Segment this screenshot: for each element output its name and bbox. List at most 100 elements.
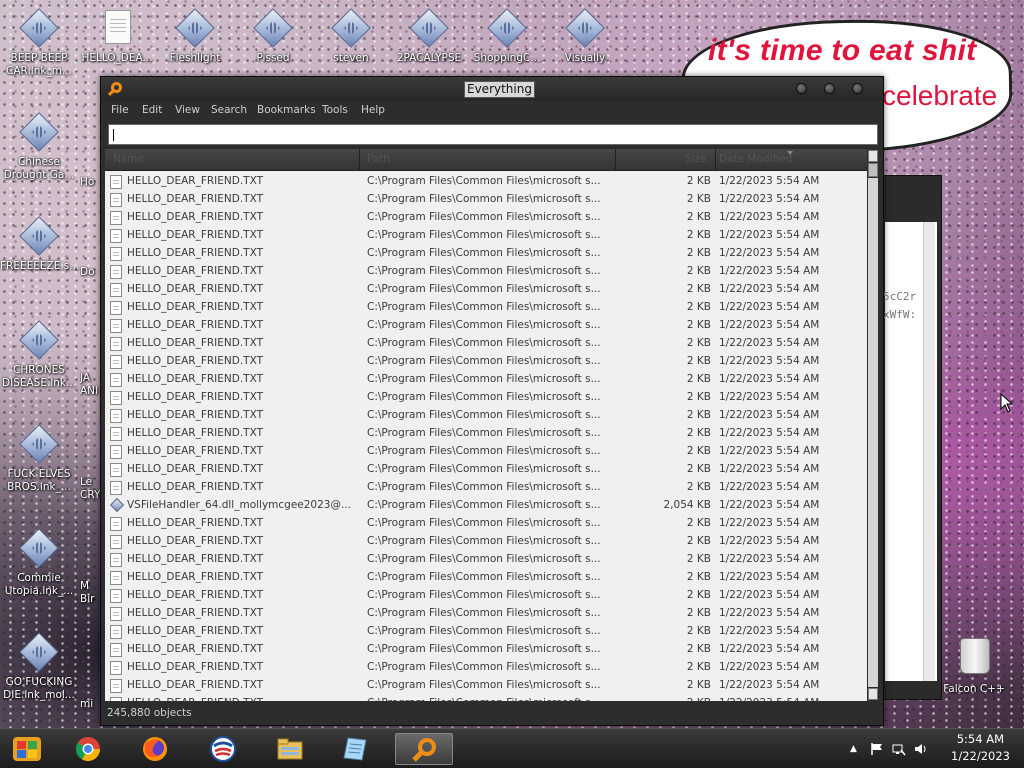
result-row[interactable]: HELLO_DEAR_FRIEND.TXT C:\Program Files\Co… bbox=[105, 281, 868, 299]
results-scrollbar[interactable] bbox=[867, 149, 879, 701]
result-date: 1/22/2023 5:54 AM bbox=[719, 373, 820, 385]
recycle-bin[interactable] bbox=[952, 634, 998, 678]
result-row[interactable]: HELLO_DEAR_FRIEND.TXT C:\Program Files\Co… bbox=[105, 605, 868, 623]
result-row[interactable]: HELLO_DEAR_FRIEND.TXT C:\Program Files\Co… bbox=[105, 551, 868, 569]
result-row[interactable]: HELLO_DEAR_FRIEND.TXT C:\Program Files\Co… bbox=[105, 461, 868, 479]
column-size[interactable]: Size bbox=[685, 153, 707, 165]
show-hidden-icons-icon[interactable]: ▲ bbox=[850, 744, 864, 758]
result-size: 2 KB bbox=[686, 463, 711, 475]
action-center-flag-icon[interactable] bbox=[870, 742, 884, 756]
menu-bar: File Edit View Search Bookmarks Tools He… bbox=[101, 101, 883, 121]
column-name[interactable]: Name bbox=[113, 153, 144, 165]
result-row[interactable]: HELLO_DEAR_FRIEND.TXT C:\Program Files\Co… bbox=[105, 623, 868, 641]
desktop-icon[interactable]: Visually bbox=[546, 8, 624, 65]
background-window-text: 5cC2r xWfW: bbox=[883, 288, 916, 324]
result-row[interactable]: HELLO_DEAR_FRIEND.TXT C:\Program Files\Co… bbox=[105, 407, 868, 425]
desktop-icon-label-partial[interactable]: Ho bbox=[80, 176, 102, 189]
scroll-up-arrow-icon[interactable] bbox=[868, 150, 878, 162]
menu-view[interactable]: View bbox=[175, 104, 200, 116]
result-row[interactable]: HELLO_DEAR_FRIEND.TXT C:\Program Files\Co… bbox=[105, 263, 868, 281]
result-row[interactable]: HELLO_DEAR_FRIEND.TXT C:\Program Files\Co… bbox=[105, 389, 868, 407]
result-row[interactable]: VSFileHandler_64.dll_mollymcgee2023@... C… bbox=[105, 497, 868, 515]
desktop-icon[interactable]: BEEP BEEP CAR.lnk_m... bbox=[0, 8, 78, 78]
desktop-icon[interactable]: 2PACALYPSE bbox=[390, 8, 468, 65]
maximize-button[interactable] bbox=[824, 83, 835, 94]
result-row[interactable]: HELLO_DEAR_FRIEND.TXT C:\Program Files\Co… bbox=[105, 533, 868, 551]
result-row[interactable]: HELLO_DEAR_FRIEND.TXT C:\Program Files\Co… bbox=[105, 425, 868, 443]
everything-window[interactable]: Everything File Edit View Search Bookmar… bbox=[100, 76, 884, 726]
result-path: C:\Program Files\Common Files\microsoft … bbox=[367, 247, 601, 259]
menu-tools[interactable]: Tools bbox=[322, 104, 348, 116]
result-row[interactable]: HELLO_DEAR_FRIEND.TXT C:\Program Files\Co… bbox=[105, 209, 868, 227]
result-row[interactable]: HELLO_DEAR_FRIEND.TXT C:\Program Files\Co… bbox=[105, 641, 868, 659]
desktop-icon-label-partial[interactable]: mi bbox=[80, 698, 102, 711]
desktop-icon[interactable]: Commie Utopia.lnk_... bbox=[0, 528, 78, 598]
firefox-icon[interactable] bbox=[135, 733, 175, 765]
menu-help[interactable]: Help bbox=[361, 104, 385, 116]
result-size: 2,054 KB bbox=[663, 499, 712, 511]
result-row[interactable]: HELLO_DEAR_FRIEND.TXT C:\Program Files\Co… bbox=[105, 587, 868, 605]
close-button[interactable] bbox=[852, 83, 863, 94]
result-row[interactable]: HELLO_DEAR_FRIEND.TXT C:\Program Files\Co… bbox=[105, 227, 868, 245]
result-row[interactable]: HELLO_DEAR_FRIEND.TXT C:\Program Files\Co… bbox=[105, 173, 868, 191]
menu-file[interactable]: File bbox=[111, 104, 129, 116]
notepad-icon[interactable] bbox=[336, 733, 376, 765]
menu-search[interactable]: Search bbox=[211, 104, 247, 116]
background-window-scrollbar[interactable] bbox=[923, 222, 935, 681]
shortcut-icon bbox=[565, 8, 605, 48]
desktop-icon[interactable]: Pissed bbox=[234, 8, 312, 65]
everything-search-icon[interactable] bbox=[395, 733, 453, 765]
result-row[interactable]: HELLO_DEAR_FRIEND.TXT C:\Program Files\Co… bbox=[105, 479, 868, 497]
column-path[interactable]: Path bbox=[367, 153, 390, 165]
start-orb-icon[interactable] bbox=[10, 733, 44, 765]
desktop-icon[interactable]: Chinese Drought Ga... bbox=[0, 112, 78, 182]
minimize-button[interactable] bbox=[796, 83, 807, 94]
result-row[interactable]: HELLO_DEAR_FRIEND.TXT C:\Program Files\Co… bbox=[105, 335, 868, 353]
results-list[interactable]: Name Path Size Date Modified HELLO_DEAR_… bbox=[105, 149, 868, 701]
result-date: 1/22/2023 5:54 AM bbox=[719, 337, 820, 349]
result-row[interactable]: HELLO_DEAR_FRIEND.TXT C:\Program Files\Co… bbox=[105, 191, 868, 209]
result-row[interactable]: HELLO_DEAR_FRIEND.TXT C:\Program Files\Co… bbox=[105, 659, 868, 677]
desktop-icon-label-partial[interactable]: Do bbox=[80, 266, 102, 279]
result-row[interactable]: HELLO_DEAR_FRIEND.TXT C:\Program Files\Co… bbox=[105, 245, 868, 263]
result-row[interactable]: HELLO_DEAR_FRIEND.TXT C:\Program Files\Co… bbox=[105, 371, 868, 389]
network-icon[interactable] bbox=[892, 742, 906, 756]
clock-time[interactable]: 5:54 AM bbox=[957, 732, 1004, 746]
result-row[interactable]: HELLO_DEAR_FRIEND.TXT C:\Program Files\Co… bbox=[105, 317, 868, 335]
result-row[interactable]: HELLO_DEAR_FRIEND.TXT C:\Program Files\Co… bbox=[105, 299, 868, 317]
desktop-icon-label-partial[interactable]: M Bir bbox=[80, 580, 102, 606]
result-row[interactable]: HELLO_DEAR_FRIEND.TXT C:\Program Files\Co… bbox=[105, 443, 868, 461]
volume-icon[interactable] bbox=[914, 742, 928, 756]
desktop-icon[interactable]: ShoppingC... bbox=[468, 8, 546, 65]
result-row[interactable]: HELLO_DEAR_FRIEND.TXT C:\Program Files\Co… bbox=[105, 515, 868, 533]
chrome-icon[interactable] bbox=[68, 733, 108, 765]
desktop-icon[interactable]: HELLO_DEA... bbox=[78, 8, 156, 65]
desktop-icon-label-partial[interactable]: Le CRY bbox=[80, 476, 102, 502]
column-date-modified[interactable]: Date Modified bbox=[719, 153, 792, 165]
result-row[interactable]: HELLO_DEAR_FRIEND.TXT C:\Program Files\Co… bbox=[105, 677, 868, 695]
scroll-thumb[interactable] bbox=[868, 163, 878, 177]
vote-badge-icon[interactable] bbox=[203, 733, 243, 765]
desktop-icon[interactable]: steven bbox=[312, 8, 390, 65]
menu-bookmarks[interactable]: Bookmarks bbox=[257, 104, 316, 116]
desktop-icon[interactable]: FUCK ELVES BROS.lnk_... bbox=[0, 424, 78, 494]
search-input[interactable] bbox=[108, 124, 878, 145]
scroll-down-arrow-icon[interactable] bbox=[868, 688, 878, 700]
result-row[interactable]: HELLO_DEAR_FRIEND.TXT C:\Program Files\Co… bbox=[105, 569, 868, 587]
desktop-icon[interactable]: CHRONES DISEASE.lnk... bbox=[0, 320, 78, 390]
clock-date[interactable]: 1/22/2023 bbox=[951, 749, 1010, 763]
background-window[interactable]: 5cC2r xWfW: bbox=[880, 175, 942, 700]
title-bar[interactable]: Everything bbox=[101, 77, 883, 101]
desktop-icon[interactable]: FREEEEEZE.s... bbox=[0, 216, 79, 273]
result-path: C:\Program Files\Common Files\microsoft … bbox=[367, 481, 601, 493]
menu-edit[interactable]: Edit bbox=[142, 104, 162, 116]
desktop-icon[interactable]: Fleshlight bbox=[156, 8, 234, 65]
text-file-icon bbox=[110, 319, 122, 333]
desktop-icon-label-partial[interactable]: JA ANI bbox=[80, 372, 102, 398]
desktop-icon[interactable]: GO FUCKING DIE.lnk_mol... bbox=[0, 632, 78, 702]
result-path: C:\Program Files\Common Files\microsoft … bbox=[367, 373, 601, 385]
file-explorer-icon[interactable] bbox=[270, 733, 310, 765]
result-path: C:\Program Files\Common Files\microsoft … bbox=[367, 625, 601, 637]
result-row[interactable]: HELLO_DEAR_FRIEND.TXT C:\Program Files\Co… bbox=[105, 353, 868, 371]
scroll-track[interactable] bbox=[868, 178, 878, 687]
